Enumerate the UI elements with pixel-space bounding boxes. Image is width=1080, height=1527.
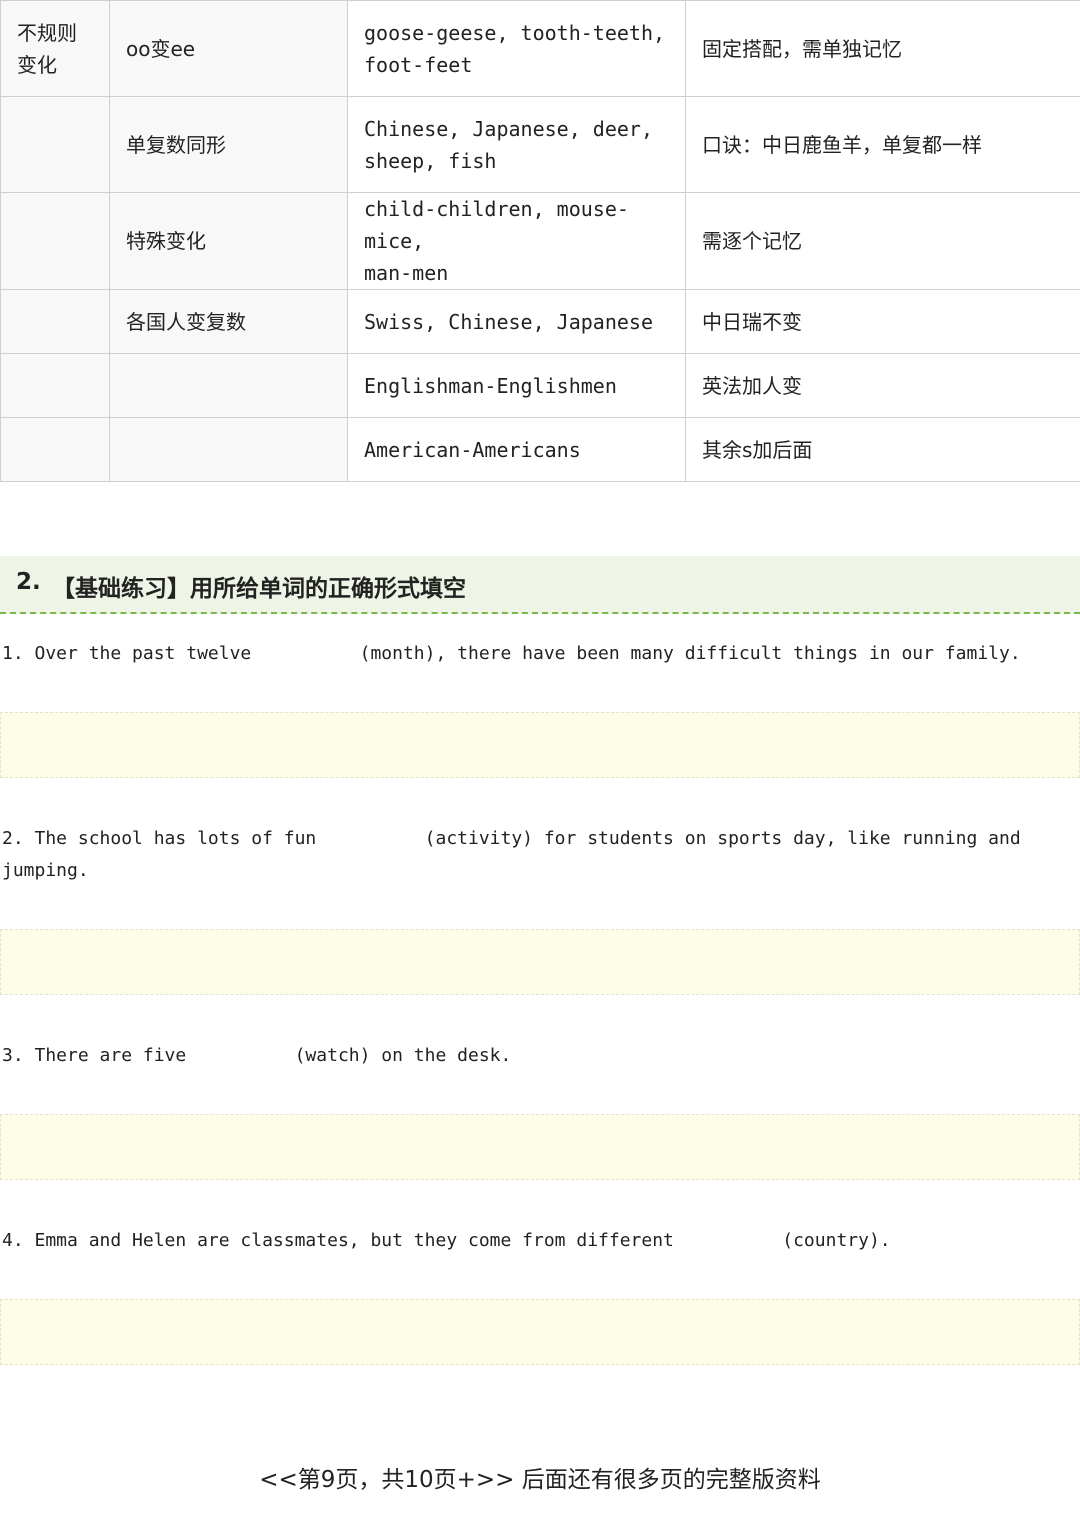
table-row: 特殊变化 child-children, mouse-mice, man-men… [0, 192, 1080, 290]
grammar-rules-table: 不规则 变化 oo变ee goose-geese, tooth-teeth, f… [0, 0, 1080, 482]
note-cell: 其余s加后面 [685, 417, 1080, 482]
rule-cell: 各国人变复数 [109, 289, 348, 354]
examples-cell: American-Americans [347, 417, 686, 482]
table-row: American-Americans 其余s加后面 [0, 417, 1080, 482]
answer-box-3[interactable] [0, 1114, 1080, 1180]
question-4: 4. Emma and Helen are classmates, but th… [2, 1230, 891, 1251]
examples-cell: Englishman-Englishmen [347, 353, 686, 418]
question-1: 1. Over the past twelve (month), there h… [2, 643, 1021, 664]
answer-box-4[interactable] [0, 1299, 1080, 1365]
answer-box-1[interactable] [0, 712, 1080, 778]
note-cell: 固定搭配，需单独记忆 [685, 0, 1080, 97]
question-3: 3. There are five (watch) on the desk. [2, 1045, 512, 1066]
page-footer: <<第9页，共10页+>> 后面还有很多页的完整版资料 [259, 1467, 821, 1493]
examples-cell: Chinese, Japanese, deer, sheep, fish [347, 96, 686, 193]
rule-cell: 特殊变化 [109, 192, 348, 290]
category-cell [0, 289, 110, 354]
section-number: 2. [16, 569, 41, 595]
note-cell: 中日瑞不变 [685, 289, 1080, 354]
examples-cell: goose-geese, tooth-teeth, foot-feet [347, 0, 686, 97]
note-cell: 口诀：中日鹿鱼羊，单复都一样 [685, 96, 1080, 193]
rule-cell [109, 417, 348, 482]
rule-cell: oo变ee [109, 0, 348, 97]
category-cell [0, 417, 110, 482]
table-row: Englishman-Englishmen 英法加人变 [0, 353, 1080, 418]
examples-cell: Swiss, Chinese, Japanese [347, 289, 686, 354]
note-cell: 英法加人变 [685, 353, 1080, 418]
section-title: 【基础练习】用所给单词的正确形式填空 [52, 576, 466, 602]
category-cell [0, 96, 110, 193]
question-2: 2. The school has lots of fun (activity)… [2, 828, 1021, 881]
rule-cell [109, 353, 348, 418]
section-header: 2. 【基础练习】用所给单词的正确形式填空 [0, 556, 1080, 614]
category-cell [0, 192, 110, 290]
rule-cell: 单复数同形 [109, 96, 348, 193]
note-cell: 需逐个记忆 [685, 192, 1080, 290]
table-row: 各国人变复数 Swiss, Chinese, Japanese 中日瑞不变 [0, 289, 1080, 354]
answer-box-2[interactable] [0, 929, 1080, 995]
category-cell: 不规则 变化 [0, 0, 110, 97]
examples-cell: child-children, mouse-mice, man-men [347, 192, 686, 290]
table-row: 不规则 变化 oo变ee goose-geese, tooth-teeth, f… [0, 0, 1080, 97]
category-cell [0, 353, 110, 418]
table-row: 单复数同形 Chinese, Japanese, deer, sheep, fi… [0, 96, 1080, 193]
